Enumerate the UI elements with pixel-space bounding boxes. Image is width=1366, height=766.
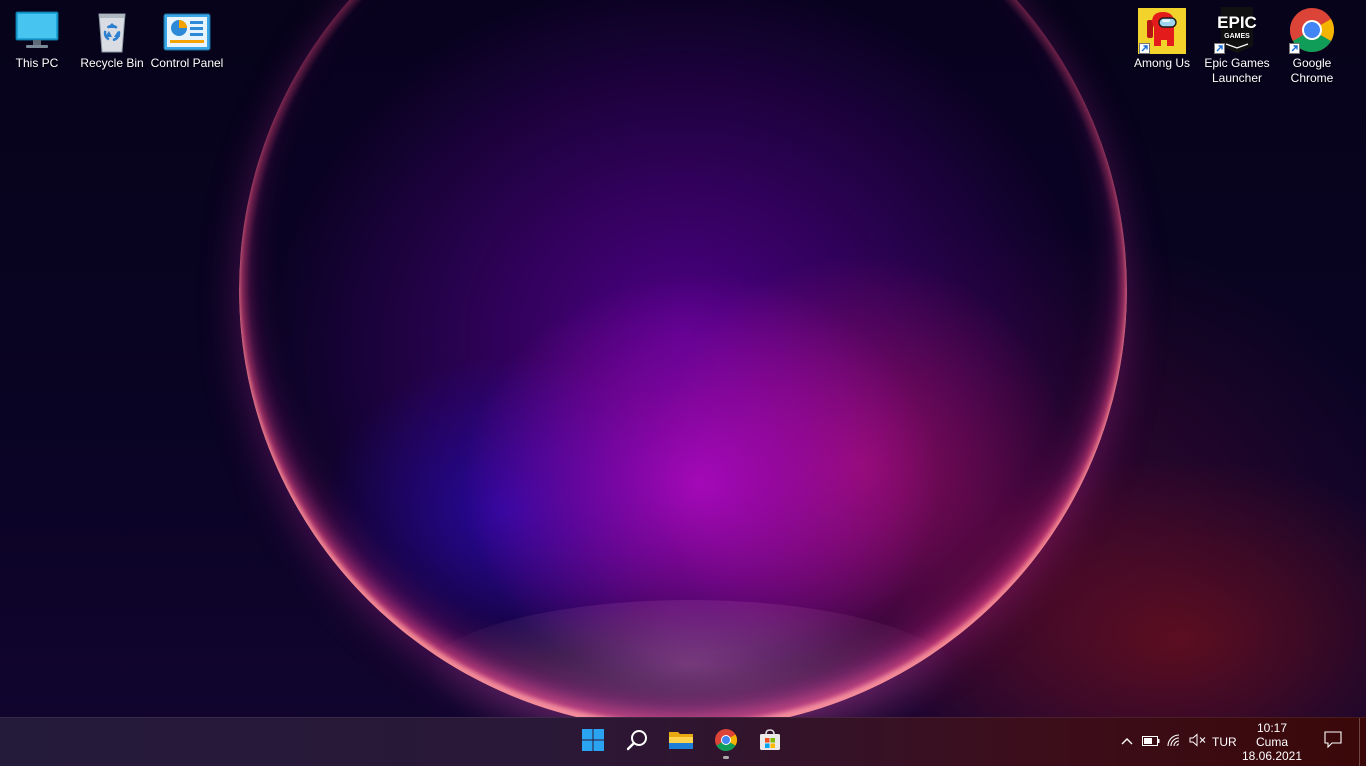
- wifi-icon: [1166, 733, 1184, 752]
- shortcut-arrow-icon: [1289, 43, 1300, 54]
- desktop-icon-epic-games-launcher[interactable]: EPIC GAMES Epic Games Launcher: [1200, 2, 1274, 86]
- desktop-icon-control-panel[interactable]: Control Panel: [150, 2, 224, 71]
- battery-button[interactable]: [1140, 718, 1162, 766]
- tray-overflow-button[interactable]: [1117, 718, 1137, 766]
- taskbar-file-explorer[interactable]: [661, 724, 701, 760]
- running-indicator: [723, 756, 729, 759]
- desktop-icon-this-pc[interactable]: This PC: [0, 2, 74, 71]
- volume-muted-icon: [1189, 732, 1207, 752]
- notification-icon: [1324, 731, 1342, 753]
- desktop-wallpaper: [0, 0, 1366, 766]
- shortcut-arrow-icon: [1214, 43, 1225, 54]
- monitor-icon: [12, 6, 62, 54]
- desktop-icon-among-us[interactable]: Among Us: [1125, 2, 1199, 71]
- desktop-icon-label: Control Panel: [150, 56, 224, 70]
- show-desktop-button[interactable]: [1359, 718, 1366, 766]
- epic-games-icon: EPIC GAMES: [1212, 6, 1262, 54]
- search-button[interactable]: [617, 724, 657, 760]
- taskbar: TUR 10:17 Cuma 18.06.2021: [0, 717, 1366, 766]
- file-explorer-icon: [668, 728, 694, 757]
- chrome-icon: [1287, 6, 1337, 54]
- taskbar-chrome[interactable]: [706, 724, 746, 760]
- chevron-up-icon: [1120, 733, 1134, 751]
- microsoft-store-icon: [758, 728, 782, 757]
- start-button[interactable]: [573, 724, 613, 760]
- clock-date: 18.06.2021: [1241, 749, 1303, 763]
- windows-start-icon: [581, 728, 605, 757]
- desktop-icon-label: Recycle Bin: [80, 56, 144, 70]
- desktop-icon-label: Google Chrome: [1290, 56, 1334, 85]
- shortcut-arrow-icon: [1139, 43, 1150, 54]
- among-us-icon: [1137, 6, 1187, 54]
- clock-time: 10:17: [1256, 721, 1288, 735]
- control-panel-icon: [162, 6, 212, 54]
- search-icon: [625, 728, 649, 757]
- volume-button[interactable]: [1187, 718, 1209, 766]
- recycle-bin-icon: [87, 6, 137, 54]
- network-button[interactable]: [1164, 718, 1186, 766]
- desktop-icon-recycle-bin[interactable]: Recycle Bin: [75, 2, 149, 71]
- desktop-icon-label: Among Us: [1133, 56, 1191, 70]
- input-language-indicator[interactable]: TUR: [1212, 735, 1237, 749]
- epic-logo-subtext: GAMES: [1224, 33, 1250, 40]
- desktop-icon-label: Epic Games Launcher: [1204, 56, 1270, 85]
- taskbar-microsoft-store[interactable]: [750, 724, 790, 760]
- desktop-icon-label: This PC: [15, 56, 59, 70]
- desktop-icon-google-chrome[interactable]: Google Chrome: [1275, 2, 1349, 86]
- taskbar-clock[interactable]: 10:17 Cuma 18.06.2021: [1238, 721, 1306, 763]
- notification-center-button[interactable]: [1320, 718, 1346, 766]
- clock-day: Cuma: [1255, 735, 1288, 749]
- epic-logo-text: EPIC: [1217, 13, 1257, 32]
- chrome-icon: [714, 728, 738, 757]
- battery-icon: [1142, 733, 1160, 751]
